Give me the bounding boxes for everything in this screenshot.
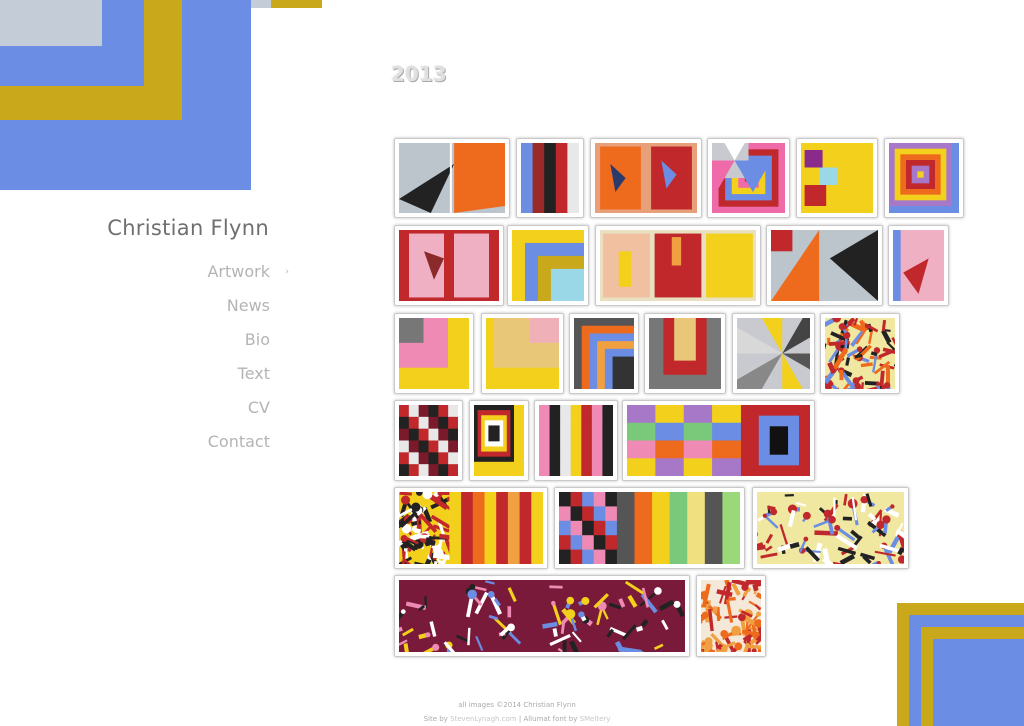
- artwork-thumbnail[interactable]: [707, 138, 790, 218]
- artwork-image: [627, 405, 810, 476]
- artwork-thumbnail[interactable]: [644, 313, 726, 394]
- artwork-image: [399, 580, 685, 652]
- nav-artwork[interactable]: Artwork ›: [207, 258, 289, 292]
- artwork-image: [893, 230, 944, 301]
- artwork-thumbnail[interactable]: [394, 487, 548, 569]
- footer-copyright: all images ©2014 Christian Flynn: [458, 701, 576, 709]
- artwork-image: [889, 143, 959, 213]
- artwork-image: [801, 143, 873, 213]
- artwork-image: [486, 318, 559, 389]
- artwork-thumbnail[interactable]: [796, 138, 878, 218]
- artwork-image: [559, 492, 740, 564]
- artwork-image: [595, 143, 697, 213]
- artwork-thumbnail[interactable]: [752, 487, 909, 569]
- artwork-thumbnail[interactable]: [394, 138, 510, 218]
- nav-text[interactable]: Text: [207, 360, 270, 394]
- artwork-image: [399, 318, 469, 389]
- chevron-right-icon: ›: [285, 267, 289, 277]
- artwork-image: [649, 318, 721, 389]
- nav-contact[interactable]: Contact: [207, 428, 270, 462]
- artwork-image: [701, 580, 761, 652]
- artwork-thumbnail[interactable]: [766, 225, 883, 306]
- artwork-thumbnail[interactable]: [394, 575, 690, 657]
- artwork-thumbnail[interactable]: [590, 138, 702, 218]
- nav-artwork-label: Artwork: [207, 262, 270, 281]
- artwork-image: [825, 318, 895, 389]
- header-artwork: [0, 0, 322, 190]
- footer-font-link[interactable]: SMeltery: [580, 715, 611, 723]
- artwork-image: [600, 230, 756, 301]
- gallery-year-heading: 2013: [391, 62, 447, 86]
- artwork-image: [399, 143, 505, 213]
- artwork-thumbnail[interactable]: [884, 138, 964, 218]
- footer-site-by-link[interactable]: StevenLynagh.com: [450, 715, 517, 723]
- nav-news[interactable]: News: [207, 292, 270, 326]
- artwork-image: [574, 318, 634, 389]
- artwork-thumbnail[interactable]: [696, 575, 766, 657]
- artwork-image: [399, 405, 458, 476]
- artwork-image: [771, 230, 878, 301]
- artwork-image: [712, 143, 785, 213]
- footer-credits: Site by StevenLynagh.com | Allumat font …: [0, 715, 1024, 723]
- artwork-thumbnail[interactable]: [554, 487, 745, 569]
- artwork-thumbnail[interactable]: [534, 400, 618, 481]
- artwork-thumbnail[interactable]: [622, 400, 815, 481]
- footer-site-by-prefix: Site by: [423, 715, 448, 723]
- artwork-image: [399, 230, 499, 301]
- artwork-thumbnail[interactable]: [569, 313, 639, 394]
- artwork-image: [512, 230, 584, 301]
- artwork-image: [737, 318, 810, 389]
- artwork-image: [399, 492, 543, 564]
- footer-font-prefix: Allumat font by: [523, 715, 578, 723]
- artwork-image: [474, 405, 524, 476]
- artwork-image: [539, 405, 613, 476]
- footer-separator: |: [518, 715, 522, 723]
- artwork-thumbnail[interactable]: [888, 225, 949, 306]
- artwork-thumbnail[interactable]: [481, 313, 564, 394]
- nav-bio[interactable]: Bio: [207, 326, 270, 360]
- artwork-thumbnail[interactable]: [820, 313, 900, 394]
- artwork-thumbnail[interactable]: [394, 400, 463, 481]
- artist-name[interactable]: Christian Flynn: [107, 216, 269, 240]
- artwork-image: [521, 143, 579, 213]
- artwork-thumbnail[interactable]: [469, 400, 529, 481]
- artwork-thumbnail[interactable]: [507, 225, 589, 306]
- artwork-thumbnail[interactable]: [732, 313, 815, 394]
- artwork-thumbnail[interactable]: [394, 313, 474, 394]
- nav-cv[interactable]: CV: [207, 394, 270, 428]
- artwork-image: [757, 492, 904, 564]
- artwork-thumbnail[interactable]: [394, 225, 504, 306]
- artwork-thumbnail[interactable]: [516, 138, 584, 218]
- main-nav: Artwork › News Bio Text CV Contact: [207, 258, 289, 462]
- artwork-thumbnail[interactable]: [595, 225, 761, 306]
